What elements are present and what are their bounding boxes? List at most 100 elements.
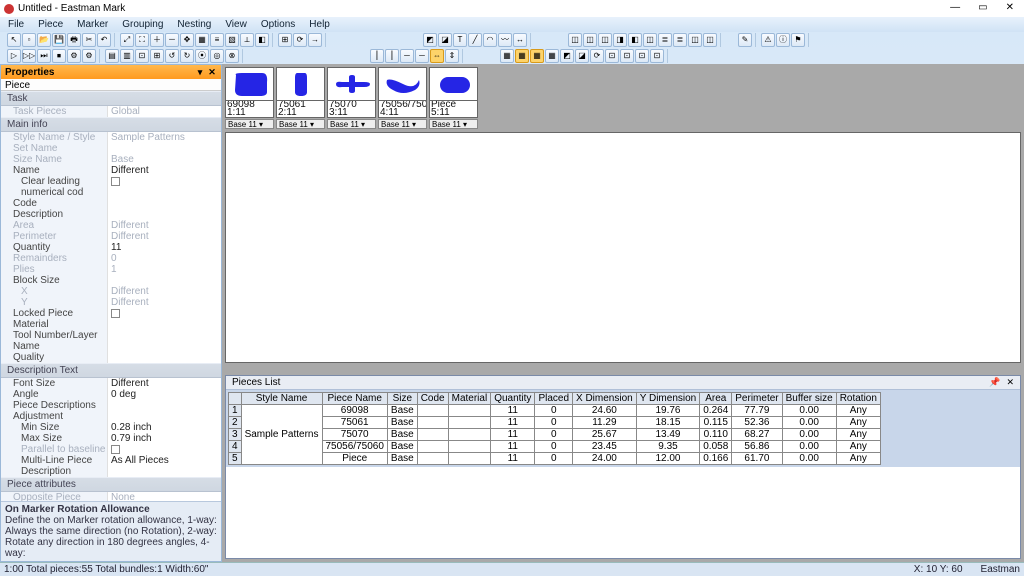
- flag-icon[interactable]: ⚑: [791, 33, 805, 47]
- al-r-icon[interactable]: ⎮: [385, 49, 399, 63]
- v-task-pieces[interactable]: Global: [107, 106, 221, 117]
- sc-icon[interactable]: ⊡: [135, 49, 149, 63]
- minimize-icon[interactable]: —: [950, 2, 960, 13]
- g10-icon[interactable]: ◫: [703, 33, 717, 47]
- nb-icon[interactable]: ▦: [515, 49, 529, 63]
- curve-icon[interactable]: 〰: [498, 33, 512, 47]
- refresh-icon[interactable]: ⟳: [293, 33, 307, 47]
- dim-icon[interactable]: ↔: [513, 33, 527, 47]
- undo-icon[interactable]: ↶: [97, 33, 111, 47]
- snap-icon[interactable]: ⊞: [278, 33, 292, 47]
- warn-icon[interactable]: ⚠: [761, 33, 775, 47]
- g5-icon[interactable]: ◧: [628, 33, 642, 47]
- ne-icon[interactable]: ◩: [560, 49, 574, 63]
- thumb-3[interactable]: 75056/750604:11Base 11 ▾: [378, 67, 427, 129]
- play-icon[interactable]: ▷: [7, 49, 21, 63]
- cfg-icon[interactable]: ⚙: [67, 49, 81, 63]
- section-task[interactable]: Task: [1, 91, 221, 106]
- section-main[interactable]: Main info: [1, 117, 221, 132]
- text-icon[interactable]: T: [453, 33, 467, 47]
- zoomout-icon[interactable]: －: [165, 33, 179, 47]
- na-icon[interactable]: ▦: [500, 49, 514, 63]
- pen-icon[interactable]: ✎: [738, 33, 752, 47]
- new-icon[interactable]: ▫: [22, 33, 36, 47]
- zoom1-icon[interactable]: ⤢: [120, 33, 134, 47]
- pin-icon[interactable]: ▾: [195, 67, 205, 77]
- color-icon[interactable]: ◧: [255, 33, 269, 47]
- g7-icon[interactable]: ≣: [658, 33, 672, 47]
- sa-icon[interactable]: ▤: [105, 49, 119, 63]
- maximize-icon[interactable]: ▭: [978, 2, 987, 13]
- zoomin-icon[interactable]: ＋: [150, 33, 164, 47]
- pan-icon[interactable]: ✥: [180, 33, 194, 47]
- g4-icon[interactable]: ◨: [613, 33, 627, 47]
- section-attrs[interactable]: Piece attributes: [1, 477, 221, 492]
- se-icon[interactable]: ↺: [165, 49, 179, 63]
- menu-options[interactable]: Options: [261, 19, 295, 30]
- arc-icon[interactable]: ◠: [483, 33, 497, 47]
- stop-icon[interactable]: ⏹: [52, 49, 66, 63]
- sf-icon[interactable]: ↻: [180, 49, 194, 63]
- ff-icon[interactable]: ▷▷: [22, 49, 36, 63]
- menu-marker[interactable]: Marker: [77, 19, 108, 30]
- g2-icon[interactable]: ◫: [583, 33, 597, 47]
- ffe-icon[interactable]: ⏭: [37, 49, 51, 63]
- nj-icon[interactable]: ⊡: [635, 49, 649, 63]
- marker-canvas[interactable]: [225, 132, 1021, 363]
- thumb-4[interactable]: Piece5:11Base 11 ▾: [429, 67, 478, 129]
- thumb-2[interactable]: 750703:11Base 11 ▾: [327, 67, 376, 129]
- al-y-icon[interactable]: ⇕: [445, 49, 459, 63]
- nc-icon[interactable]: ▦: [530, 49, 544, 63]
- si-icon[interactable]: ⊗: [225, 49, 239, 63]
- menu-piece[interactable]: Piece: [38, 19, 63, 30]
- line-icon[interactable]: ╱: [468, 33, 482, 47]
- sb-icon[interactable]: ▥: [120, 49, 134, 63]
- open-icon[interactable]: 📂: [37, 33, 51, 47]
- piece-b-icon[interactable]: ◪: [438, 33, 452, 47]
- al-b-icon[interactable]: ─: [415, 49, 429, 63]
- al-l-icon[interactable]: ⎮: [370, 49, 384, 63]
- g1-icon[interactable]: ◫: [568, 33, 582, 47]
- sg-icon[interactable]: ⦿: [195, 49, 209, 63]
- menu-grouping[interactable]: Grouping: [122, 19, 163, 30]
- g3-icon[interactable]: ◫: [598, 33, 612, 47]
- section-desc[interactable]: Description Text: [1, 363, 221, 378]
- menu-file[interactable]: File: [8, 19, 24, 30]
- al-x-icon[interactable]: ⇔: [430, 49, 444, 63]
- nf-icon[interactable]: ◪: [575, 49, 589, 63]
- ni-icon[interactable]: ⊡: [620, 49, 634, 63]
- save-icon[interactable]: 💾: [52, 33, 66, 47]
- sd-icon[interactable]: ⊞: [150, 49, 164, 63]
- arrowr-icon[interactable]: →: [308, 33, 322, 47]
- canvas[interactable]: Pieces List📌✕ Style NamePiece NameSizeCo…: [225, 132, 1021, 559]
- list-icon[interactable]: ≡: [210, 33, 224, 47]
- nh-icon[interactable]: ⊡: [605, 49, 619, 63]
- panel-close-icon[interactable]: ✕: [207, 67, 217, 77]
- pl-close-icon[interactable]: ✕: [1006, 377, 1014, 388]
- menu-nesting[interactable]: Nesting: [177, 19, 211, 30]
- zoomfit-icon[interactable]: ⛶: [135, 33, 149, 47]
- pieces-table[interactable]: Style NamePiece NameSizeCodeMaterialQuan…: [228, 392, 881, 465]
- sh-icon[interactable]: ◎: [210, 49, 224, 63]
- g6-icon[interactable]: ◫: [643, 33, 657, 47]
- menu-view[interactable]: View: [225, 19, 247, 30]
- properties-body[interactable]: Task Task PiecesGlobal Main info Style N…: [1, 91, 221, 501]
- grid-icon[interactable]: ▦: [195, 33, 209, 47]
- thumb-0[interactable]: 690981:11Base 11 ▾: [225, 67, 274, 129]
- boxes-icon[interactable]: ▧: [225, 33, 239, 47]
- pl-pin-icon[interactable]: 📌: [989, 377, 1000, 388]
- menu-help[interactable]: Help: [309, 19, 330, 30]
- ng-icon[interactable]: ⟳: [590, 49, 604, 63]
- nk-icon[interactable]: ⊡: [650, 49, 664, 63]
- print-icon[interactable]: 🖶: [67, 33, 81, 47]
- piece-a-icon[interactable]: ◩: [423, 33, 437, 47]
- cfg2-icon[interactable]: ⚙: [82, 49, 96, 63]
- ruler-icon[interactable]: ⟂: [240, 33, 254, 47]
- al-t-icon[interactable]: ─: [400, 49, 414, 63]
- thumb-1[interactable]: 750612:11Base 11 ▾: [276, 67, 325, 129]
- g8-icon[interactable]: ≣: [673, 33, 687, 47]
- nd-icon[interactable]: ▦: [545, 49, 559, 63]
- cut-icon[interactable]: ✂: [82, 33, 96, 47]
- close-icon[interactable]: ✕: [1006, 2, 1014, 13]
- g9-icon[interactable]: ◫: [688, 33, 702, 47]
